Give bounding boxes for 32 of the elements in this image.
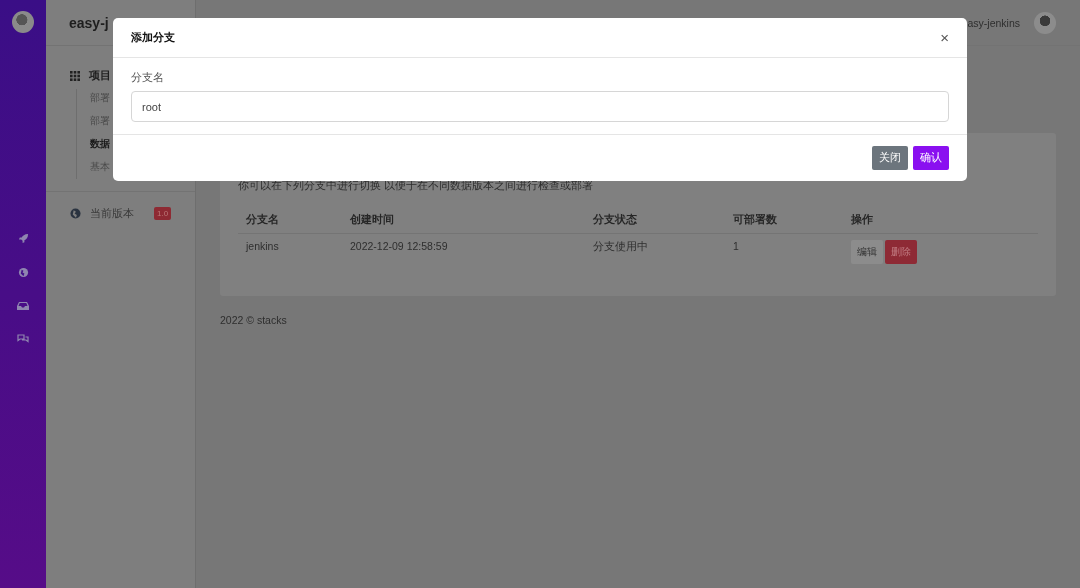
avatar[interactable] bbox=[1034, 11, 1056, 34]
chat-icon[interactable] bbox=[17, 334, 29, 344]
brand-title: easy-j bbox=[69, 14, 109, 31]
input-field[interactable]: root bbox=[131, 91, 949, 122]
delete-button[interactable]: 删除 bbox=[885, 240, 917, 264]
dialog-title: 添加分支 bbox=[131, 30, 175, 45]
user-name[interactable]: asy-jenkins bbox=[967, 16, 1020, 29]
footer-text: 2022 © stacks bbox=[220, 314, 287, 326]
table-cell: 分支使用中 bbox=[585, 233, 725, 270]
globe-icon bbox=[70, 208, 81, 219]
column-header: 创建时间 bbox=[342, 207, 585, 234]
sidebar-item[interactable]: 数据 bbox=[90, 135, 110, 152]
inbox-icon[interactable] bbox=[17, 301, 29, 311]
section-title[interactable]: 项目 bbox=[89, 68, 111, 83]
column-header: 操作 bbox=[843, 207, 1038, 234]
table-cell: 1 bbox=[725, 233, 843, 270]
column-header: 分支状态 bbox=[585, 207, 725, 234]
globe-icon[interactable] bbox=[17, 267, 29, 278]
close-button[interactable]: × bbox=[938, 30, 951, 45]
table-cell: 2022-12-09 12:58:59 bbox=[342, 233, 585, 270]
rocket-icon[interactable] bbox=[17, 233, 29, 244]
column-header: 分支名 bbox=[238, 207, 342, 234]
version-badge: 1.0 bbox=[154, 207, 172, 220]
avatar[interactable] bbox=[12, 11, 34, 33]
edit-button[interactable]: 编辑 bbox=[851, 240, 883, 264]
version-label[interactable]: 当前版本 bbox=[90, 206, 134, 221]
confirm-button[interactable]: 确认 bbox=[913, 146, 949, 170]
table-cell: jenkins bbox=[238, 233, 342, 270]
column-header: 可部署数 bbox=[725, 207, 843, 234]
field-label: 分支名 bbox=[131, 71, 164, 85]
grid-icon bbox=[70, 70, 80, 81]
close-button[interactable]: 关闭 bbox=[872, 146, 908, 170]
